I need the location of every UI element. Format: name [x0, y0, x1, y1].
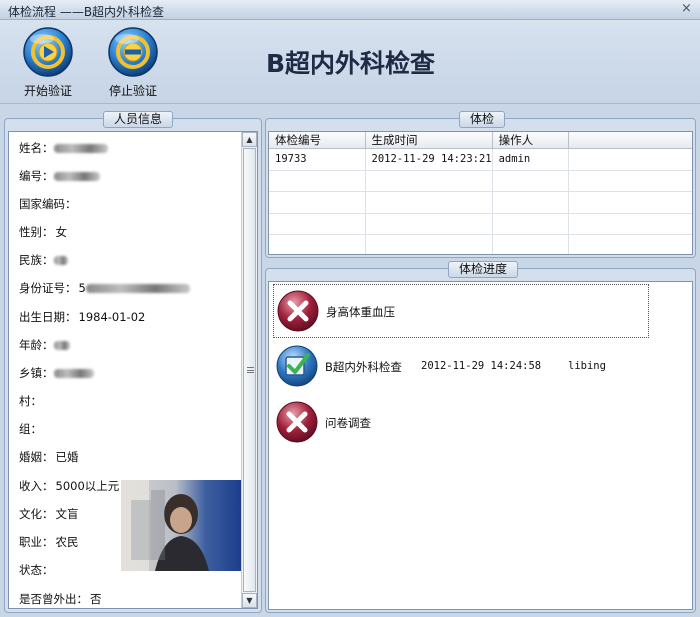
scroll-up-arrow-icon[interactable]: ▲ [242, 132, 257, 147]
grip-icon [247, 367, 254, 373]
exam-panel: 体检 体检编号 生成时间 操作人 19733 2012-11-29 14:23:… [265, 111, 696, 258]
progress-panel-title: 体检进度 [448, 261, 519, 278]
col-exam-number[interactable]: 体检编号 [269, 132, 366, 149]
progress-item-name: 身高体重血压 [326, 305, 395, 319]
redacted-value [53, 172, 100, 181]
window-title: 体检流程 ——B超内外科检查 [8, 5, 165, 19]
progress-panel: 体检进度 身高体重血压 B超内外科检查 2012-11-29 14:24:58 … [265, 261, 696, 613]
person-info-panel: 人员信息 姓名： 编号： 国家编码： 性别：女 民族： 身份证号： 5 出生日期：… [4, 111, 262, 613]
play-icon [23, 27, 73, 77]
field-group: 组： [19, 422, 42, 436]
progress-item-body-measure[interactable]: 身高体重血压 [273, 284, 649, 338]
progress-item-user: libing [568, 360, 606, 372]
col-operator[interactable]: 操作人 [492, 132, 569, 149]
field-age: 年龄： [19, 337, 70, 353]
field-income: 收入： 5000以上元 [19, 479, 120, 493]
col-created-time[interactable]: 生成时间 [365, 132, 493, 149]
exam-table[interactable]: 体检编号 生成时间 操作人 19733 2012-11-29 14:23:21 … [268, 131, 693, 255]
field-occupation: 职业： 农民 [19, 535, 79, 549]
person-photo [121, 480, 242, 571]
person-info-list[interactable]: 姓名： 编号： 国家编码： 性别：女 民族： 身份证号： 5 出生日期： 1984-… [8, 131, 258, 609]
progress-item-ultrasound[interactable]: B超内外科检查 2012-11-29 14:24:58 libing [273, 340, 649, 394]
person-info-title: 人员信息 [103, 111, 174, 128]
field-been-away: 是否曾外出：否 [19, 592, 102, 606]
field-birth-date: 出生日期： 1984-01-02 [19, 310, 146, 324]
field-education: 文化： 文盲 [19, 507, 79, 521]
field-country-code: 国家编码： [19, 197, 77, 211]
progress-item-questionnaire[interactable]: 问卷调查 [273, 396, 649, 450]
exam-grid: 体检编号 生成时间 操作人 19733 2012-11-29 14:23:21 … [269, 132, 692, 254]
field-village: 村： [19, 394, 42, 408]
redacted-value [53, 256, 68, 265]
redacted-value [85, 284, 190, 293]
x-circle-icon [276, 401, 318, 443]
field-status: 状态： [19, 563, 54, 577]
field-ethnicity: 民族： [19, 252, 68, 268]
field-number: 编号： [19, 168, 100, 184]
window-titlebar: 体检流程 ——B超内外科检查 × [0, 0, 700, 20]
scroll-down-arrow-icon[interactable]: ▼ [242, 593, 257, 608]
scroll-thumb[interactable] [243, 148, 256, 592]
close-icon[interactable]: × [679, 2, 694, 17]
field-id-number: 身份证号： 5 [19, 280, 190, 296]
progress-item-time: 2012-11-29 14:24:58 [421, 360, 542, 372]
progress-item-name: 问卷调查 [325, 416, 371, 430]
start-verify-button[interactable]: 开始验证 [16, 26, 80, 99]
field-gender: 性别：女 [19, 225, 67, 239]
redacted-value [53, 341, 70, 350]
field-town: 乡镇： [19, 365, 94, 381]
col-extra[interactable] [568, 132, 692, 149]
table-row[interactable] [269, 191, 692, 214]
stop-verify-button[interactable]: 停止验证 [101, 26, 165, 99]
check-box-icon [276, 345, 318, 387]
progress-item-name: B超内外科检查 [325, 360, 402, 374]
progress-list[interactable]: 身高体重血压 B超内外科检查 2012-11-29 14:24:58 libin… [268, 281, 693, 610]
stop-icon [108, 27, 158, 77]
exam-panel-title: 体检 [459, 111, 506, 128]
table-row[interactable] [269, 234, 692, 254]
person-info-scrollbar[interactable]: ▲ ▼ [241, 132, 257, 608]
table-row[interactable] [269, 213, 692, 236]
table-row[interactable]: 19733 2012-11-29 14:23:21 admin [269, 148, 692, 171]
table-row[interactable] [269, 170, 692, 193]
toolbar: 开始验证 停止验证 B超内外科检查 [0, 20, 700, 104]
field-marital: 婚姻： 已婚 [19, 450, 79, 464]
page-title: B超内外科检查 [266, 49, 436, 78]
start-verify-label: 开始验证 [23, 84, 72, 98]
x-circle-icon [277, 290, 319, 332]
stop-verify-label: 停止验证 [108, 84, 157, 98]
field-name: 姓名： [19, 140, 108, 156]
table-header-row: 体检编号 生成时间 操作人 [269, 132, 692, 149]
redacted-value [53, 144, 108, 153]
redacted-value [53, 369, 94, 378]
